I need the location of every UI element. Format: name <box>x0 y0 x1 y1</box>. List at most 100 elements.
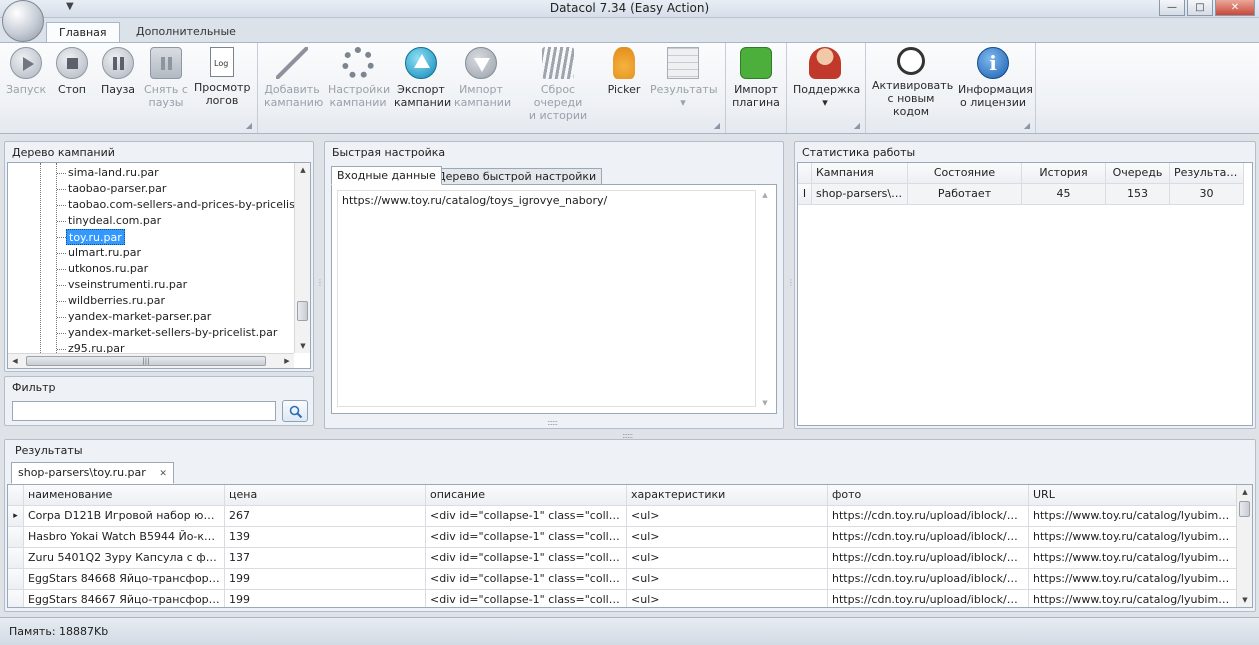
tab-main[interactable]: Главная <box>46 22 120 43</box>
table-cell[interactable]: https://cdn.toy.ru/upload/iblock/6ff/f..… <box>828 548 1029 569</box>
row-marker[interactable]: ▸ <box>8 506 24 527</box>
support-dropdown-button[interactable]: Поддержка ▾ <box>793 47 860 109</box>
table-cell[interactable]: https://www.toy.ru/catalog/lyubimye... <box>1029 590 1238 607</box>
pause-button[interactable]: Пауза <box>98 47 138 96</box>
filter-search-button[interactable] <box>282 400 308 422</box>
column-header[interactable]: характеристики <box>627 485 828 506</box>
table-cell[interactable]: Hasbro Yokai Watch B5944 Йо-кай Во... <box>24 527 225 548</box>
import-plugin-button[interactable]: Импорт плагина <box>730 47 782 109</box>
table-cell[interactable]: 30 <box>1170 184 1244 205</box>
license-info-button[interactable]: i Информация о лицензии <box>958 47 1033 109</box>
picker-button[interactable]: Picker <box>602 47 646 96</box>
tree-item[interactable]: vseinstrumenti.ru.par <box>68 277 187 293</box>
table-cell[interactable]: EggStars 84667 Яйцо-трансформер ... <box>24 590 225 607</box>
maximize-button[interactable]: □ <box>1187 0 1213 16</box>
scroll-up-icon[interactable]: ▲ <box>295 163 311 177</box>
column-header[interactable]: Результаты <box>1170 163 1244 184</box>
tree-item[interactable]: toy.ru.par <box>66 229 125 245</box>
close-tab-icon[interactable]: ✕ <box>159 469 167 479</box>
tree-item[interactable]: taobao.com-sellers-and-prices-by-priceli… <box>68 197 294 213</box>
column-header[interactable]: цена <box>225 485 426 506</box>
table-cell[interactable]: <div id="collapse-1" class="collapse p..… <box>426 548 627 569</box>
table-cell[interactable]: 267 <box>225 506 426 527</box>
start-button[interactable]: Запуск <box>6 47 46 96</box>
column-header[interactable]: фото <box>828 485 1029 506</box>
column-header[interactable]: URL <box>1029 485 1238 506</box>
scroll-left-icon[interactable]: ◀ <box>8 354 22 368</box>
column-header[interactable]: Очередь <box>1106 163 1170 184</box>
table-cell[interactable]: 153 <box>1106 184 1170 205</box>
tab-additional[interactable]: Дополнительные <box>124 22 248 43</box>
add-campaign-button[interactable]: Добавить кампанию <box>264 47 323 109</box>
results-vertical-scrollbar[interactable]: ▲ ▼ <box>1236 485 1252 607</box>
results-dropdown-button[interactable]: Результаты ▾ <box>650 47 718 109</box>
tab-quick-settings-tree[interactable]: Дерево быстрой настройки <box>431 168 603 185</box>
group-dialog-launcher-icon[interactable]: ◢ <box>854 121 860 130</box>
scroll-thumb[interactable]: ||| <box>26 356 266 366</box>
table-cell[interactable]: Работает <box>908 184 1022 205</box>
table-cell[interactable]: https://cdn.toy.ru/upload/iblock/7ca/... <box>828 527 1029 548</box>
table-cell[interactable]: 199 <box>225 569 426 590</box>
table-cell[interactable]: <div id="collapse-1" class="collapse p..… <box>426 527 627 548</box>
group-dialog-launcher-icon[interactable]: ◢ <box>714 121 720 130</box>
activate-new-code-button[interactable]: Активировать с новым кодом <box>872 47 953 118</box>
horizontal-splitter[interactable]: :::::: <box>547 418 558 427</box>
table-cell[interactable]: Zuru 5401Q2 Зуру Капсула с фигурк... <box>24 548 225 569</box>
view-logs-button[interactable]: Просмотр логов <box>194 47 250 107</box>
table-cell[interactable]: 199 <box>225 590 426 607</box>
table-cell[interactable]: EggStars 84668 Яйцо-трансформер ... <box>24 569 225 590</box>
column-header[interactable]: наименование <box>24 485 225 506</box>
results-tab[interactable]: shop-parsers\toy.ru.par ✕ <box>11 462 174 484</box>
table-cell[interactable]: 45 <box>1022 184 1106 205</box>
scroll-thumb[interactable] <box>1239 501 1250 517</box>
table-cell[interactable]: https://cdn.toy.ru/upload/iblock/7e6/... <box>828 590 1029 607</box>
row-marker[interactable] <box>8 527 24 548</box>
tree-item[interactable]: wildberries.ru.par <box>68 293 165 309</box>
table-cell[interactable]: <ul> <box>627 569 828 590</box>
tree-vertical-scrollbar[interactable]: ▲ ▼ <box>294 163 310 353</box>
table-cell[interactable]: <ul> <box>627 590 828 607</box>
tab-input-data[interactable]: Входные данные <box>331 166 442 185</box>
application-menu-orb-icon[interactable] <box>2 0 44 42</box>
scroll-up-icon[interactable]: ▲ <box>1237 485 1252 499</box>
row-marker[interactable] <box>8 548 24 569</box>
row-marker[interactable] <box>8 569 24 590</box>
tree-item[interactable]: utkonos.ru.par <box>68 261 148 277</box>
tree-item[interactable]: z95.ru.par <box>68 341 125 353</box>
scroll-down-icon[interactable]: ▼ <box>1237 593 1252 607</box>
tree-item[interactable]: yandex-market-parser.par <box>68 309 211 325</box>
scroll-right-icon[interactable]: ▶ <box>280 354 294 368</box>
scroll-down-icon[interactable]: ▼ <box>758 399 772 407</box>
scroll-thumb[interactable] <box>297 301 308 321</box>
export-campaign-button[interactable]: Экспорт кампании <box>394 47 451 109</box>
campaign-settings-button[interactable]: Настройки кампании <box>328 47 390 109</box>
tree-item[interactable]: taobao-parser.par <box>68 181 166 197</box>
table-cell[interactable]: https://www.toy.ru/catalog/lyubimye... <box>1029 569 1238 590</box>
tree-horizontal-scrollbar[interactable]: ◀ ||| ▶ <box>8 353 294 368</box>
group-dialog-launcher-icon[interactable]: ◢ <box>1024 121 1030 130</box>
import-campaign-button[interactable]: Импорт кампании <box>454 47 511 109</box>
table-cell[interactable]: https://www.toy.ru/catalog/lyubimye... <box>1029 506 1238 527</box>
table-cell[interactable]: https://www.toy.ru/catalog/lyubimye... <box>1029 548 1238 569</box>
vertical-splitter[interactable]: ⋮ <box>316 278 324 287</box>
row-marker[interactable] <box>8 590 24 607</box>
column-header[interactable]: Состояние <box>908 163 1022 184</box>
input-data-textarea[interactable]: https://www.toy.ru/catalog/toys_igrovye_… <box>337 190 756 407</box>
table-cell[interactable]: https://www.toy.ru/catalog/lyubimye... <box>1029 527 1238 548</box>
group-dialog-launcher-icon[interactable]: ◢ <box>246 121 252 130</box>
tree-item[interactable]: tinydeal.com.par <box>68 213 161 229</box>
table-cell[interactable]: <div id="collapse-1" class="collapse p..… <box>426 590 627 607</box>
tree-item[interactable]: yandex-market-sellers-by-pricelist.par <box>68 325 277 341</box>
stop-button[interactable]: Стоп <box>52 47 92 96</box>
column-header[interactable]: История <box>1022 163 1106 184</box>
column-header[interactable]: описание <box>426 485 627 506</box>
table-cell[interactable]: <div id="collapse-1" class="collapse p..… <box>426 569 627 590</box>
unpause-button[interactable]: Снять с паузы <box>142 47 190 109</box>
table-cell[interactable]: shop-parsers\t... <box>812 184 908 205</box>
scroll-down-icon[interactable]: ▼ <box>295 339 311 353</box>
column-header[interactable]: Кампания <box>812 163 908 184</box>
table-cell[interactable]: <ul> <box>627 506 828 527</box>
table-cell[interactable]: <ul> <box>627 527 828 548</box>
table-cell[interactable]: https://cdn.toy.ru/upload/iblock/d29/... <box>828 569 1029 590</box>
filter-input[interactable] <box>12 401 276 421</box>
